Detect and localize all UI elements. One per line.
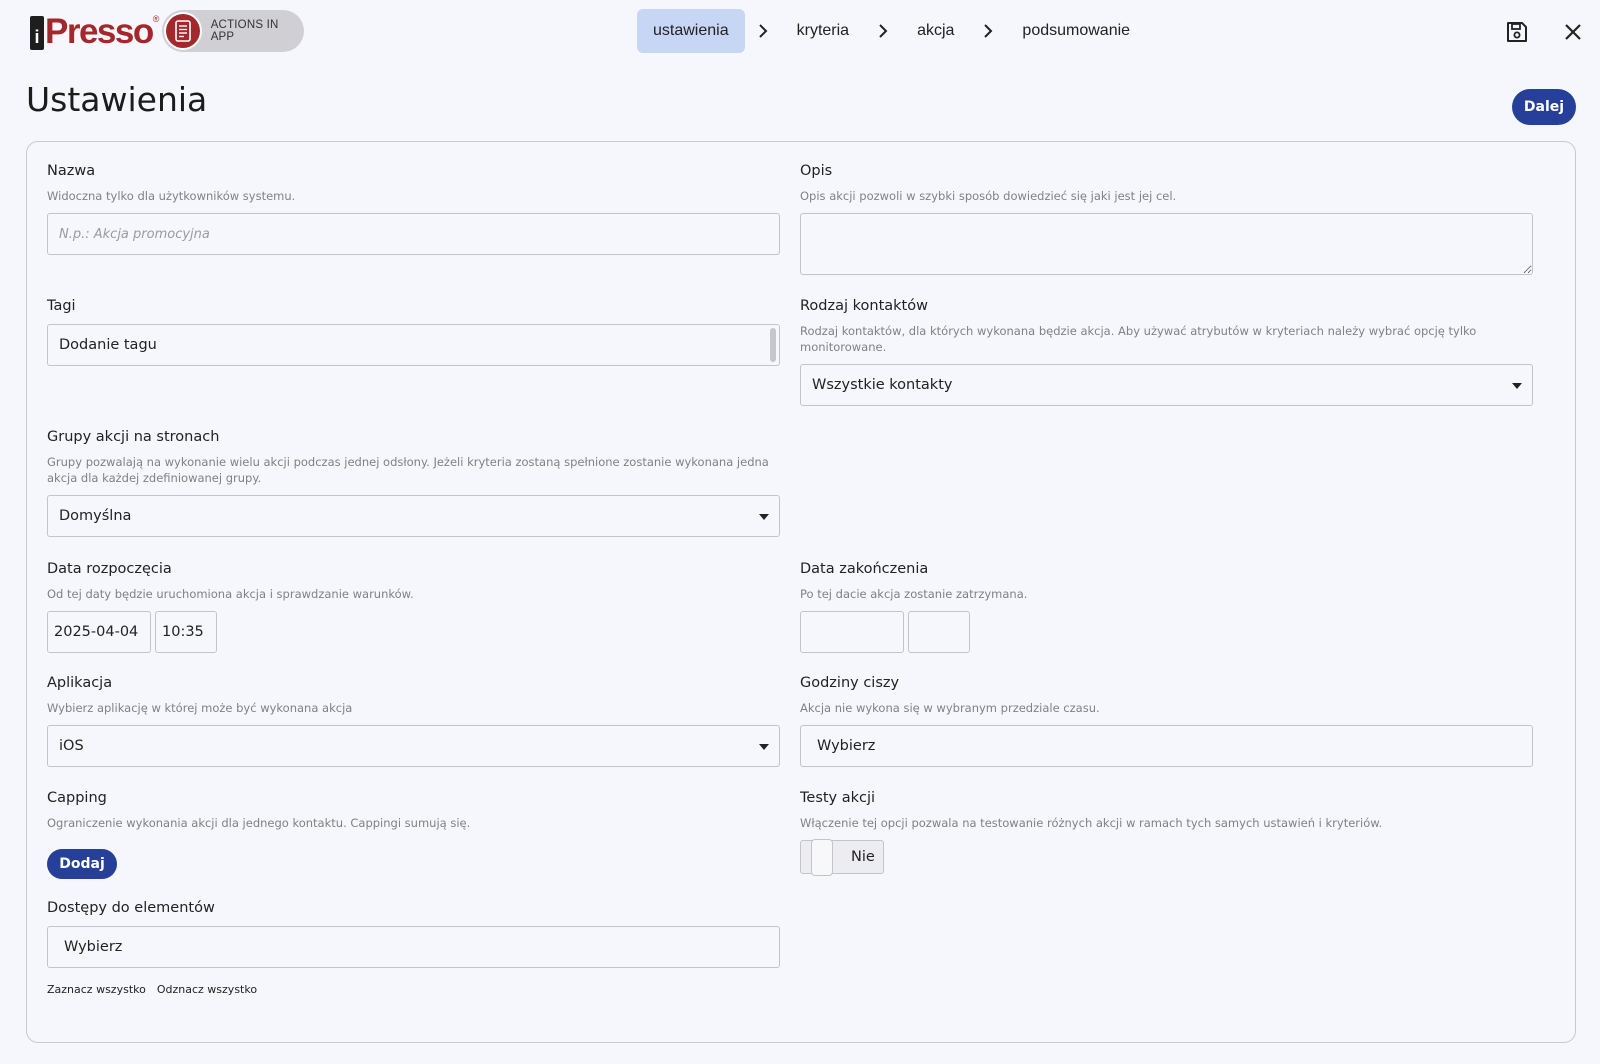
toggle-knob[interactable] <box>811 839 833 876</box>
start-date-label: Data rozpoczęcia <box>47 561 172 577</box>
groups-field: Grupy akcji na stronach Grupy pozwalają … <box>47 428 780 537</box>
contact-type-select[interactable]: Wszystkie kontakty <box>800 364 1533 406</box>
next-button[interactable]: Dalej <box>1512 89 1576 125</box>
access-field: Dostępy do elementów Wybierz Zaznacz wsz… <box>47 899 780 996</box>
step-podsumowanie[interactable]: podsumowanie <box>1006 9 1146 53</box>
description-textarea[interactable] <box>800 213 1533 275</box>
contact-type-field: Rodzaj kontaktów Rodzaj kontaktów, dla k… <box>800 297 1533 406</box>
description-field: Opis Opis akcji pozwoli w szybki sposób … <box>800 162 1533 275</box>
name-label: Nazwa <box>47 163 96 179</box>
contact-type-hint: Rodzaj kontaktów, dla których wykonana b… <box>800 324 1477 354</box>
capping-label: Capping <box>47 790 107 806</box>
logo-registered: ® <box>152 14 160 24</box>
quiet-hours-value: Wybierz <box>817 738 876 754</box>
logo-initial: i <box>30 16 44 50</box>
ipresso-logo: i Presso ® <box>30 10 159 50</box>
tags-input[interactable]: Dodanie tagu <box>47 324 780 366</box>
application-hint: Wybierz aplikację w której może być wyko… <box>47 701 353 715</box>
access-value: Wybierz <box>64 939 123 955</box>
step-ustawienia[interactable]: ustawienia <box>637 9 745 53</box>
logo-text: Presso <box>45 12 154 51</box>
close-icon[interactable] <box>1561 20 1585 44</box>
wizard-steps: ustawienia kryteria akcja podsumowanie <box>637 9 1146 53</box>
step-akcja[interactable]: akcja <box>901 9 970 53</box>
start-time-input[interactable]: 10:35 <box>155 611 217 653</box>
groups-hint: Grupy pozwalają na wykonanie wielu akcji… <box>47 455 769 485</box>
contact-type-label: Rodzaj kontaktów <box>800 298 928 314</box>
save-icon[interactable] <box>1505 20 1529 44</box>
end-date-input[interactable] <box>800 611 904 653</box>
quiet-hours-hint: Akcja nie wykona się w wybranym przedzia… <box>800 701 1100 715</box>
select-all-link[interactable]: Zaznacz wszystko <box>47 983 146 996</box>
description-label: Opis <box>800 163 833 179</box>
start-date-field: Data rozpoczęcia Od tej daty będzie uruc… <box>47 560 780 653</box>
start-date-hint: Od tej daty będzie uruchomiona akcja i s… <box>47 587 414 601</box>
contact-type-value: Wszystkie kontakty <box>812 377 953 393</box>
groups-value: Domyślna <box>59 508 132 524</box>
module-label: ACTIONS IN APP <box>210 19 279 43</box>
tags-scrollbar[interactable] <box>770 328 776 362</box>
groups-select[interactable]: Domyślna <box>47 495 780 537</box>
tests-hint: Włączenie tej opcji pozwala na testowani… <box>800 816 1383 830</box>
capping-hint: Ograniczenie wykonania akcji dla jednego… <box>47 816 471 830</box>
application-label: Aplikacja <box>47 675 113 691</box>
application-field: Aplikacja Wybierz aplikację w której moż… <box>47 674 780 767</box>
name-input[interactable] <box>47 213 780 255</box>
step-kryteria[interactable]: kryteria <box>781 9 865 53</box>
access-select[interactable]: Wybierz <box>47 926 780 968</box>
tags-field: Tagi Dodanie tagu <box>47 297 780 366</box>
quiet-hours-select[interactable]: Wybierz <box>800 725 1533 767</box>
access-label: Dostępy do elementów <box>47 900 215 916</box>
quiet-hours-field: Godziny ciszy Akcja nie wykona się w wyb… <box>800 674 1533 767</box>
deselect-all-link[interactable]: Odznacz wszystko <box>157 983 257 996</box>
mobile-app-icon <box>164 12 202 50</box>
groups-label: Grupy akcji na stronach <box>47 429 220 445</box>
tests-toggle-label: Nie <box>851 849 875 865</box>
chevron-right-icon <box>970 24 1006 38</box>
name-hint: Widoczna tylko dla użytkowników systemu. <box>47 189 296 203</box>
application-value: iOS <box>59 738 84 754</box>
end-date-label: Data zakończenia <box>800 561 929 577</box>
application-select[interactable]: iOS <box>47 725 780 767</box>
caret-down-icon <box>759 744 769 750</box>
tags-input-text: Dodanie tagu <box>59 337 157 353</box>
quiet-hours-label: Godziny ciszy <box>800 675 900 691</box>
chevron-right-icon <box>745 24 781 38</box>
tags-label: Tagi <box>47 298 76 314</box>
tests-label: Testy akcji <box>800 790 876 806</box>
caret-down-icon <box>759 514 769 520</box>
page-title: Ustawienia <box>26 80 208 119</box>
chevron-right-icon <box>865 24 901 38</box>
add-capping-button[interactable]: Dodaj <box>47 849 117 879</box>
settings-form: Nazwa Widoczna tylko dla użytkowników sy… <box>26 141 1576 1043</box>
name-field: Nazwa Widoczna tylko dla użytkowników sy… <box>47 162 780 255</box>
module-badge: ACTIONS IN APP <box>162 10 304 52</box>
tests-toggle[interactable]: Nie <box>800 839 884 876</box>
end-date-hint: Po tej dacie akcja zostanie zatrzymana. <box>800 587 1028 601</box>
caret-down-icon <box>1512 383 1522 389</box>
top-bar: i Presso ® ACTIONS IN APP ustawienia kry… <box>0 0 1600 62</box>
tests-field: Testy akcji Włączenie tej opcji pozwala … <box>800 789 1533 876</box>
capping-field: Capping Ograniczenie wykonania akcji dla… <box>47 789 780 879</box>
end-time-input[interactable] <box>908 611 970 653</box>
start-date-input[interactable]: 2025-04-04 <box>47 611 151 653</box>
description-hint: Opis akcji pozwoli w szybki sposób dowie… <box>800 189 1177 203</box>
end-date-field: Data zakończenia Po tej dacie akcja zost… <box>800 560 1533 653</box>
